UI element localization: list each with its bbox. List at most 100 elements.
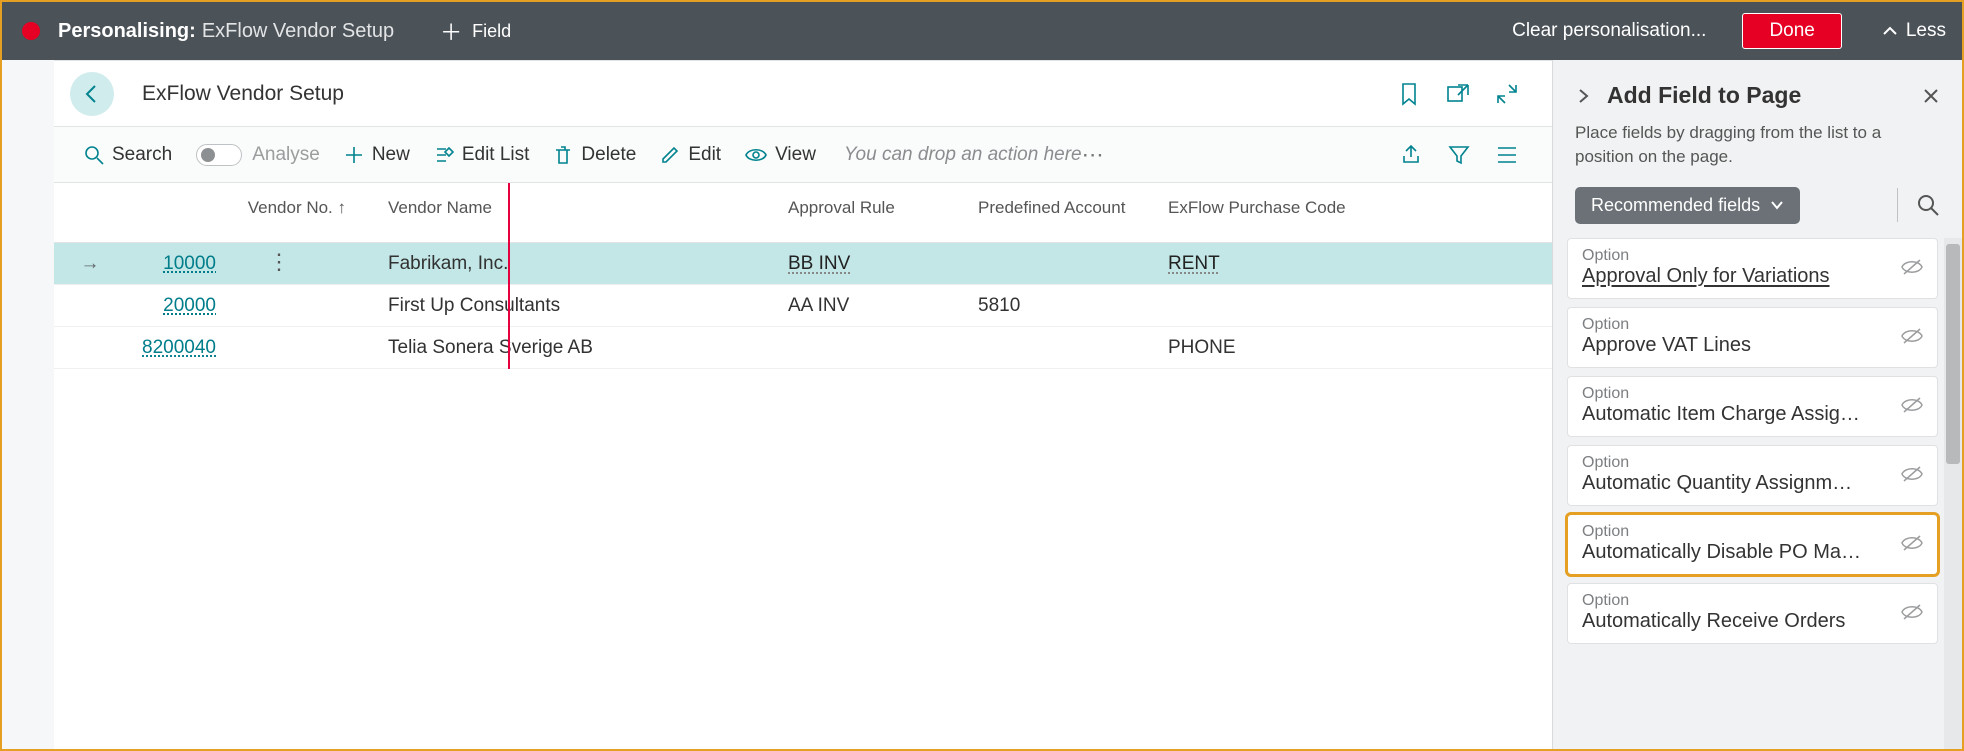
field-type-label: Option xyxy=(1582,385,1891,403)
cell-exflow-purchase-code: PHONE xyxy=(1168,337,1368,359)
cell-exflow-purchase-code: RENT xyxy=(1168,253,1368,275)
done-button[interactable]: Done xyxy=(1742,13,1841,49)
vendor-no-link[interactable]: 10000 xyxy=(163,253,216,275)
panel-collapse-button[interactable] xyxy=(1575,88,1591,104)
cell-vendor-name: First Up Consultants xyxy=(388,295,788,317)
row-menu-button[interactable] xyxy=(262,291,268,316)
table-header: Vendor No. ↑ Vendor Name Approval Rule P… xyxy=(54,183,1552,243)
action-dropzone[interactable]: You can drop an action here xyxy=(844,144,1082,166)
analyse-toggle[interactable]: Analyse xyxy=(196,144,320,166)
col-predefined-account[interactable]: Predefined Account xyxy=(978,198,1168,228)
field-type-label: Option xyxy=(1582,592,1891,610)
vendor-no-link[interactable]: 8200040 xyxy=(142,337,216,359)
col-vendor-no[interactable]: Vendor No. ↑ xyxy=(78,198,388,228)
hidden-field-icon xyxy=(1901,327,1923,345)
edit-list-button[interactable]: Edit List xyxy=(434,144,530,166)
table-row[interactable]: 8200040Telia Sonera Sverige ABPHONE xyxy=(54,327,1552,369)
search-icon xyxy=(84,145,104,165)
field-item[interactable]: OptionAutomatic Item Charge Assig… xyxy=(1567,376,1938,437)
field-item[interactable]: OptionAutomatically Receive Orders xyxy=(1567,583,1938,644)
field-name-label: Approve VAT Lines xyxy=(1582,334,1891,357)
personalising-label: Personalising: xyxy=(58,20,196,43)
new-button[interactable]: New xyxy=(344,144,410,166)
hidden-field-icon xyxy=(1901,465,1923,483)
field-name-label: Automatically Receive Orders xyxy=(1582,610,1891,633)
edit-list-label: Edit List xyxy=(462,144,530,166)
toggle-icon xyxy=(196,144,242,166)
collapse-icon xyxy=(1496,83,1518,105)
add-field-button[interactable]: ＋ Field xyxy=(440,15,511,47)
field-type-label: Option xyxy=(1582,454,1891,472)
pencil-icon xyxy=(660,145,680,165)
chevron-down-icon xyxy=(1770,198,1784,212)
view-label: View xyxy=(775,144,816,166)
recording-indicator-icon xyxy=(22,22,40,40)
vendor-no-link[interactable]: 20000 xyxy=(163,295,216,317)
scrollbar-thumb[interactable] xyxy=(1946,244,1960,464)
bookmark-button[interactable] xyxy=(1398,82,1420,106)
search-button[interactable]: Search xyxy=(84,144,172,166)
personalisation-bar: Personalising: ExFlow Vendor Setup ＋ Fie… xyxy=(2,2,1962,60)
bookmark-icon xyxy=(1398,82,1420,106)
scrollbar-track[interactable] xyxy=(1944,238,1962,749)
panel-close-button[interactable] xyxy=(1922,87,1940,105)
clear-personalisation-link[interactable]: Clear personalisation... xyxy=(1512,20,1706,42)
open-external-icon xyxy=(1446,83,1470,105)
more-actions-button[interactable]: ⋯ xyxy=(1082,142,1107,168)
field-item[interactable]: OptionApproval Only for Variations xyxy=(1567,238,1938,299)
hidden-field-icon xyxy=(1901,396,1923,414)
new-label: New xyxy=(372,144,410,166)
plus-icon xyxy=(344,145,364,165)
panel-title: Add Field to Page xyxy=(1607,82,1922,109)
share-button[interactable] xyxy=(1400,144,1422,166)
col-approval-rule[interactable]: Approval Rule xyxy=(788,198,978,228)
field-type-label: Option xyxy=(1582,523,1891,541)
edit-label: Edit xyxy=(688,144,721,166)
share-icon xyxy=(1400,144,1422,166)
back-button[interactable] xyxy=(70,72,114,116)
table-row[interactable]: 20000First Up ConsultantsAA INV5810 xyxy=(54,285,1552,327)
field-item[interactable]: OptionAutomatically Disable PO Ma… xyxy=(1567,514,1938,575)
col-exflow-purchase-code[interactable]: ExFlow Purchase Code xyxy=(1168,198,1368,228)
row-menu-button[interactable]: ⋮ xyxy=(262,249,290,274)
cell-approval-rule: BB INV xyxy=(788,253,978,275)
hidden-field-icon xyxy=(1901,258,1923,276)
main-content: ExFlow Vendor Setup Search Analyse xyxy=(54,60,1552,749)
hidden-field-icon xyxy=(1901,534,1923,552)
field-search-button[interactable] xyxy=(1916,193,1940,217)
view-button[interactable]: View xyxy=(745,144,816,166)
filter-button[interactable] xyxy=(1448,144,1470,166)
add-field-label: Field xyxy=(472,21,511,42)
field-name-label: Automatic Item Charge Assig… xyxy=(1582,403,1891,426)
page-header: ExFlow Vendor Setup xyxy=(54,61,1552,127)
table-row[interactable]: →10000⋮Fabrikam, Inc.BB INVRENT xyxy=(54,243,1552,285)
edit-list-icon xyxy=(434,145,454,165)
delete-button[interactable]: Delete xyxy=(553,144,636,166)
analyse-label: Analyse xyxy=(252,144,320,166)
field-filter-dropdown[interactable]: Recommended fields xyxy=(1575,187,1800,224)
add-field-panel: Add Field to Page Place fields by draggi… xyxy=(1552,60,1962,749)
delete-label: Delete xyxy=(581,144,636,166)
field-name-label: Approval Only for Variations xyxy=(1582,265,1891,288)
page-title: ExFlow Vendor Setup xyxy=(142,82,344,106)
cell-approval-rule: AA INV xyxy=(788,295,978,317)
chevron-up-icon xyxy=(1882,23,1898,39)
action-bar: Search Analyse New Edit List Delete Edit xyxy=(54,127,1552,183)
row-indicator-icon: → xyxy=(78,253,102,275)
edit-button[interactable]: Edit xyxy=(660,144,721,166)
panel-help-text: Place fields by dragging from the list t… xyxy=(1553,121,1962,187)
less-toggle[interactable]: Less xyxy=(1882,20,1946,42)
search-icon xyxy=(1916,193,1940,217)
field-item[interactable]: OptionApprove VAT Lines xyxy=(1567,307,1938,368)
field-item[interactable]: OptionAutomatic Quantity Assignm… xyxy=(1567,445,1938,506)
open-new-window-button[interactable] xyxy=(1446,83,1470,105)
row-menu-button[interactable] xyxy=(262,333,268,358)
field-name-label: Automatically Disable PO Ma… xyxy=(1582,541,1891,564)
col-vendor-name[interactable]: Vendor Name xyxy=(388,198,788,228)
close-icon xyxy=(1922,87,1940,105)
collapse-button[interactable] xyxy=(1496,83,1518,105)
less-label: Less xyxy=(1906,20,1946,42)
plus-icon: ＋ xyxy=(440,15,462,47)
list-layout-button[interactable] xyxy=(1496,145,1518,165)
field-type-label: Option xyxy=(1582,247,1891,265)
